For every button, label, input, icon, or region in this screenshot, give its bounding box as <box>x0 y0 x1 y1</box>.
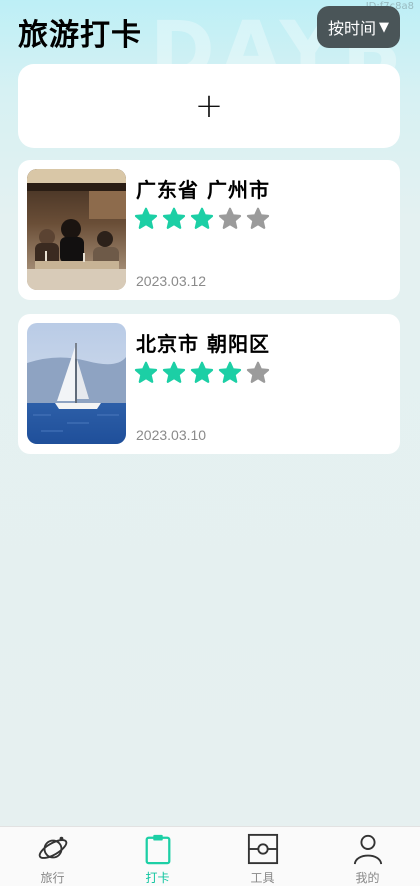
star-filled-icon <box>190 207 214 229</box>
star-filled-icon <box>190 361 214 383</box>
restaurant-photo <box>27 169 126 290</box>
star-filled-icon <box>218 361 242 383</box>
tab-profile[interactable]: 我的 <box>315 827 420 886</box>
record-date: 2023.03.10 <box>136 427 207 443</box>
tab-label: 打卡 <box>145 871 170 885</box>
star-filled-icon <box>134 207 158 229</box>
clipboard-icon <box>145 834 170 865</box>
planet-icon <box>38 836 67 859</box>
tab-checkin[interactable]: 打卡 <box>105 827 210 886</box>
page-title: 旅游打卡 <box>18 18 142 53</box>
bottom-tab-bar: 旅行 打卡 工具 我的 <box>0 826 420 886</box>
record-location: 北京市 朝阳区 <box>136 332 270 356</box>
tool-box-icon <box>247 833 278 865</box>
caret-down-icon: ▼ <box>379 19 389 35</box>
record-location: 广东省 广州市 <box>136 178 270 202</box>
tab-travel[interactable]: 旅行 <box>0 827 105 886</box>
star-filled-icon <box>162 207 186 229</box>
sort-by-time-button[interactable]: 按时间 ▼ <box>317 6 400 48</box>
tab-label: 旅行 <box>40 871 65 885</box>
star-rating <box>134 207 270 231</box>
record-card[interactable]: 北京市 朝阳区 2023.03.10 <box>18 314 400 454</box>
star-empty-icon <box>218 207 242 229</box>
star-rating <box>134 361 270 385</box>
star-filled-icon <box>134 361 158 383</box>
star-empty-icon <box>246 361 270 383</box>
plus-icon: + <box>194 86 224 126</box>
sailboat-photo <box>27 323 126 444</box>
tab-tools[interactable]: 工具 <box>210 827 315 886</box>
star-empty-icon <box>246 207 270 229</box>
add-record-button[interactable]: + <box>18 64 400 148</box>
record-card[interactable]: 广东省 广州市 2023.03.12 <box>18 160 400 300</box>
star-filled-icon <box>162 361 186 383</box>
tab-label: 工具 <box>250 871 275 885</box>
sort-button-label: 按时间 <box>327 19 376 38</box>
record-date: 2023.03.12 <box>136 273 207 289</box>
tab-label: 我的 <box>355 871 380 885</box>
person-icon <box>353 834 382 865</box>
